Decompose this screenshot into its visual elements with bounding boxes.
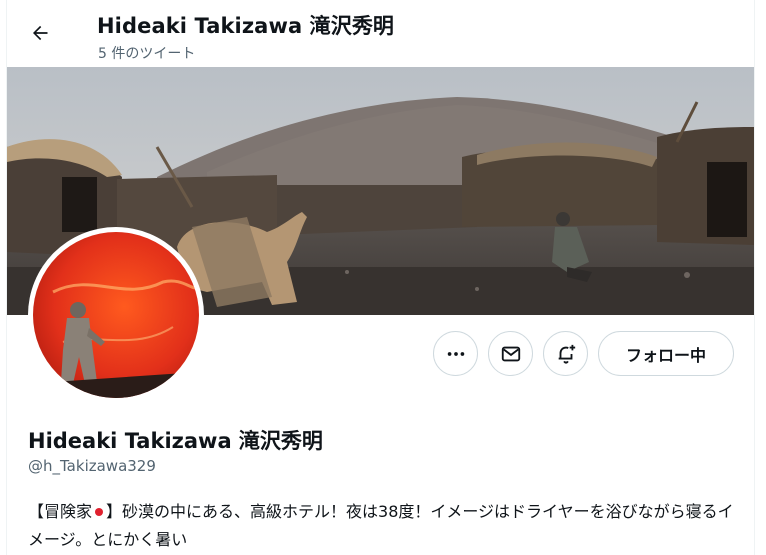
profile-page: Hideaki Takizawa 滝沢秀明 5 件のツイート フォロー中 Hid… (0, 0, 766, 555)
following-button[interactable]: フォロー中 (598, 331, 734, 376)
japan-flag-icon (95, 507, 104, 516)
profile-bio: 【冒険家 】砂漠の中にある、高級ホテル！夜は38度！イメージはドライヤーを浴びなが… (28, 498, 738, 554)
tweet-count: 5 件のツイート (98, 46, 196, 62)
bio-prefix: 【冒険家 (28, 502, 93, 521)
user-handle: @h_Takizawa329 (28, 457, 156, 475)
avatar-photo (33, 232, 199, 398)
bio-text: 】砂漠の中にある、高級ホテル！夜は38度！イメージはドライヤーを浴びながら寝るイ… (28, 502, 734, 549)
right-divider (754, 0, 755, 555)
envelope-icon (501, 346, 520, 361)
bell-plus-icon (558, 344, 575, 364)
header-title: Hideaki Takizawa 滝沢秀明 (97, 14, 395, 38)
message-button[interactable] (488, 331, 533, 376)
profile-header-bar: Hideaki Takizawa 滝沢秀明 5 件のツイート (7, 0, 754, 67)
back-button[interactable] (23, 16, 57, 50)
more-dots-icon (447, 351, 464, 356)
notify-button[interactable] (543, 331, 588, 376)
avatar[interactable] (28, 227, 204, 403)
back-arrow-icon (33, 25, 48, 41)
display-name: Hideaki Takizawa 滝沢秀明 (28, 429, 323, 453)
more-button[interactable] (433, 331, 478, 376)
